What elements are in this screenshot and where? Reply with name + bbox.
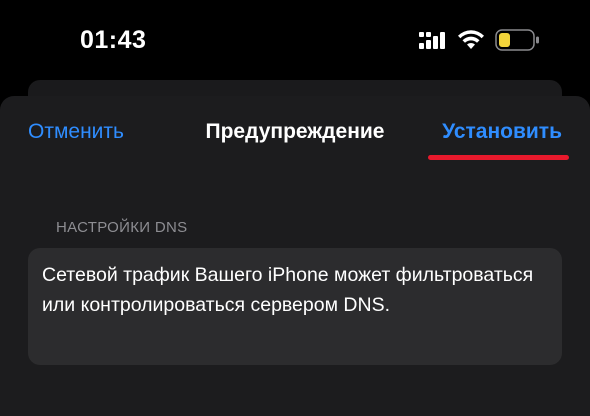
install-button[interactable]: Установить [442,120,562,144]
signal-icon [419,32,445,49]
status-bar: 01:43 [0,0,590,80]
highlight-underline [428,155,569,160]
section-header: НАСТРОЙКИ DNS [56,219,188,236]
info-text: Сетевой трафик Вашего iPhone может фильт… [42,264,534,316]
battery-icon [495,29,539,51]
status-time: 01:43 [80,26,147,54]
warning-sheet: Отменить Предупреждение Установить НАСТР… [0,96,590,416]
wifi-icon [458,30,484,49]
nav-bar: Отменить Предупреждение Установить [0,96,590,170]
info-card: Сетевой трафик Вашего iPhone может фильт… [28,248,562,365]
page-title-text: Предупреждение [205,120,385,143]
